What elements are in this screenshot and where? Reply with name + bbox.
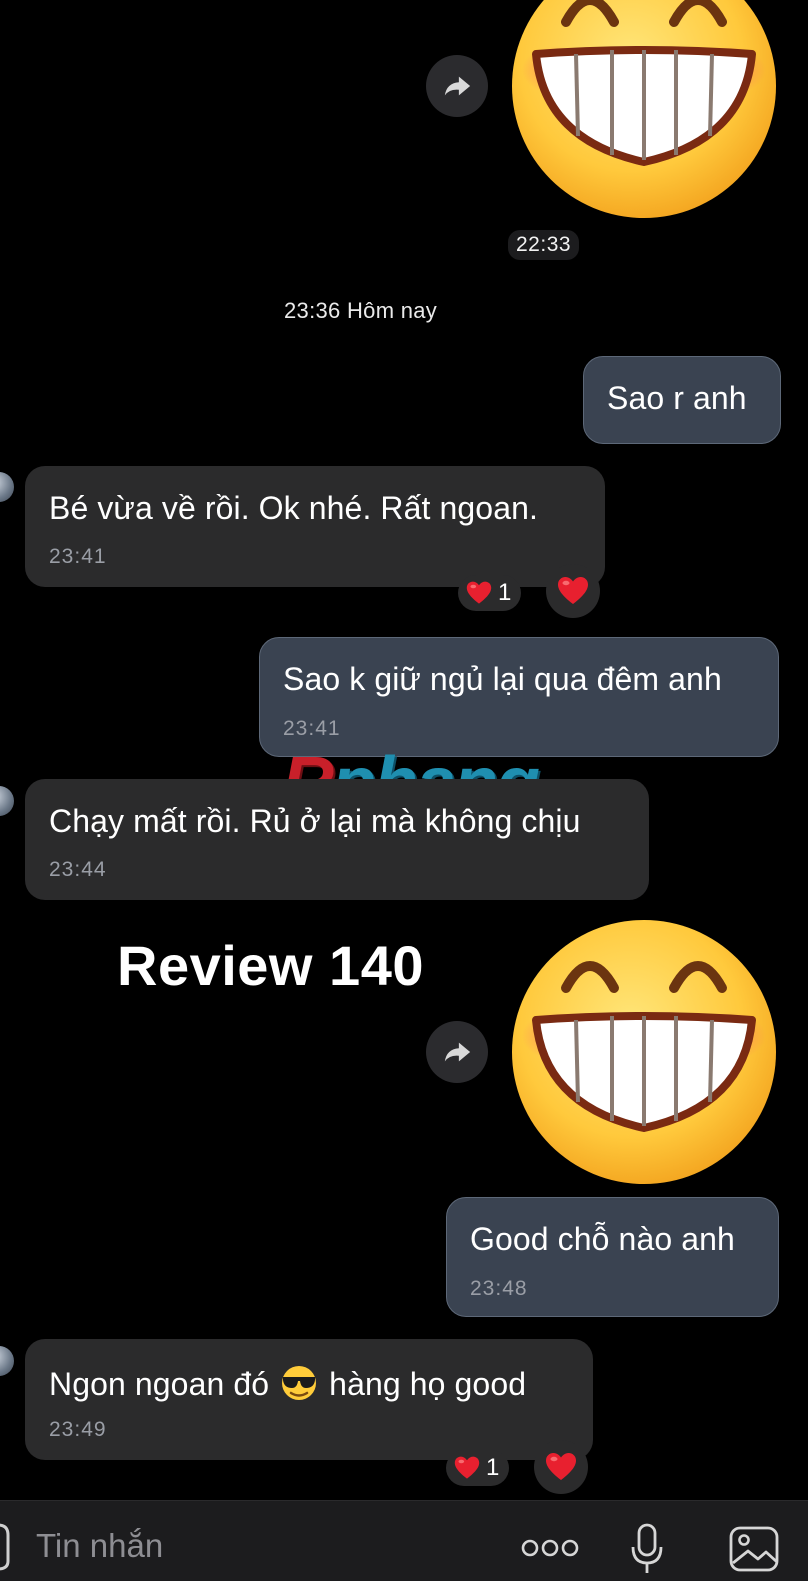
- attach-icon[interactable]: [0, 1521, 10, 1571]
- heart-icon: [545, 1451, 577, 1483]
- react-heart-button[interactable]: [546, 564, 600, 618]
- message-text: Bé vừa về rồi. Ok nhé. Rất ngoan.: [49, 490, 538, 526]
- outgoing-message[interactable]: Good chỗ nào anh 23:48: [446, 1197, 779, 1317]
- grinning-face-sticker[interactable]: [508, 0, 780, 222]
- reaction-count-badge[interactable]: 1: [458, 575, 522, 611]
- outgoing-message[interactable]: Sao k giữ ngủ lại qua đêm anh 23:41: [259, 637, 779, 757]
- avatar[interactable]: [0, 472, 14, 502]
- image-gallery-icon[interactable]: [728, 1525, 780, 1573]
- sunglasses-emoji-icon: [282, 1366, 317, 1400]
- message-input[interactable]: Tin nhắn: [36, 1527, 163, 1565]
- heart-icon: [557, 575, 589, 607]
- more-dots-icon[interactable]: [520, 1536, 580, 1560]
- react-heart-button[interactable]: [534, 1440, 588, 1494]
- review-label: Review 140: [117, 934, 424, 997]
- microphone-icon[interactable]: [630, 1523, 664, 1575]
- grinning-face-sticker[interactable]: [508, 916, 780, 1188]
- message-time: 23:41: [283, 717, 341, 740]
- reaction-count-badge[interactable]: 1: [446, 1450, 510, 1486]
- reaction-count: 1: [486, 1454, 500, 1481]
- avatar[interactable]: [0, 1346, 14, 1376]
- heart-icon: [454, 1455, 480, 1481]
- sticker-timestamp: 22:33: [508, 230, 580, 260]
- message-time: 23:49: [49, 1418, 107, 1441]
- message-text: Ngon ngoan đó hàng họ good: [49, 1363, 526, 1403]
- heart-icon: [466, 580, 492, 606]
- message-text-part: hàng họ good: [329, 1366, 527, 1402]
- message-time: 23:41: [49, 545, 107, 568]
- incoming-message[interactable]: Ngon ngoan đó hàng họ good 23:49: [25, 1339, 593, 1460]
- forward-button[interactable]: [426, 1021, 488, 1083]
- outgoing-message[interactable]: Sao r anh: [583, 356, 781, 444]
- reaction-count: 1: [498, 579, 512, 606]
- incoming-message[interactable]: Chạy mất rồi. Rủ ở lại mà không chịu 23:…: [25, 779, 649, 900]
- message-input-bar: Tin nhắn: [0, 1500, 808, 1581]
- message-text-part: Ngon ngoan đó: [49, 1366, 270, 1402]
- message-time: 23:44: [49, 858, 107, 881]
- forward-arrow-icon: [442, 1037, 472, 1067]
- message-text: Sao k giữ ngủ lại qua đêm anh: [283, 661, 722, 697]
- forward-button[interactable]: [426, 55, 488, 117]
- incoming-message[interactable]: Bé vừa về rồi. Ok nhé. Rất ngoan. 23:41: [25, 466, 605, 587]
- message-text: Good chỗ nào anh: [470, 1221, 735, 1257]
- message-text: Sao r anh: [607, 380, 747, 416]
- day-separator: 23:36 Hôm nay: [284, 298, 438, 323]
- message-text: Chạy mất rồi. Rủ ở lại mà không chịu: [49, 803, 581, 839]
- avatar[interactable]: [0, 786, 14, 816]
- message-time: 23:48: [470, 1277, 528, 1300]
- forward-arrow-icon: [442, 71, 472, 101]
